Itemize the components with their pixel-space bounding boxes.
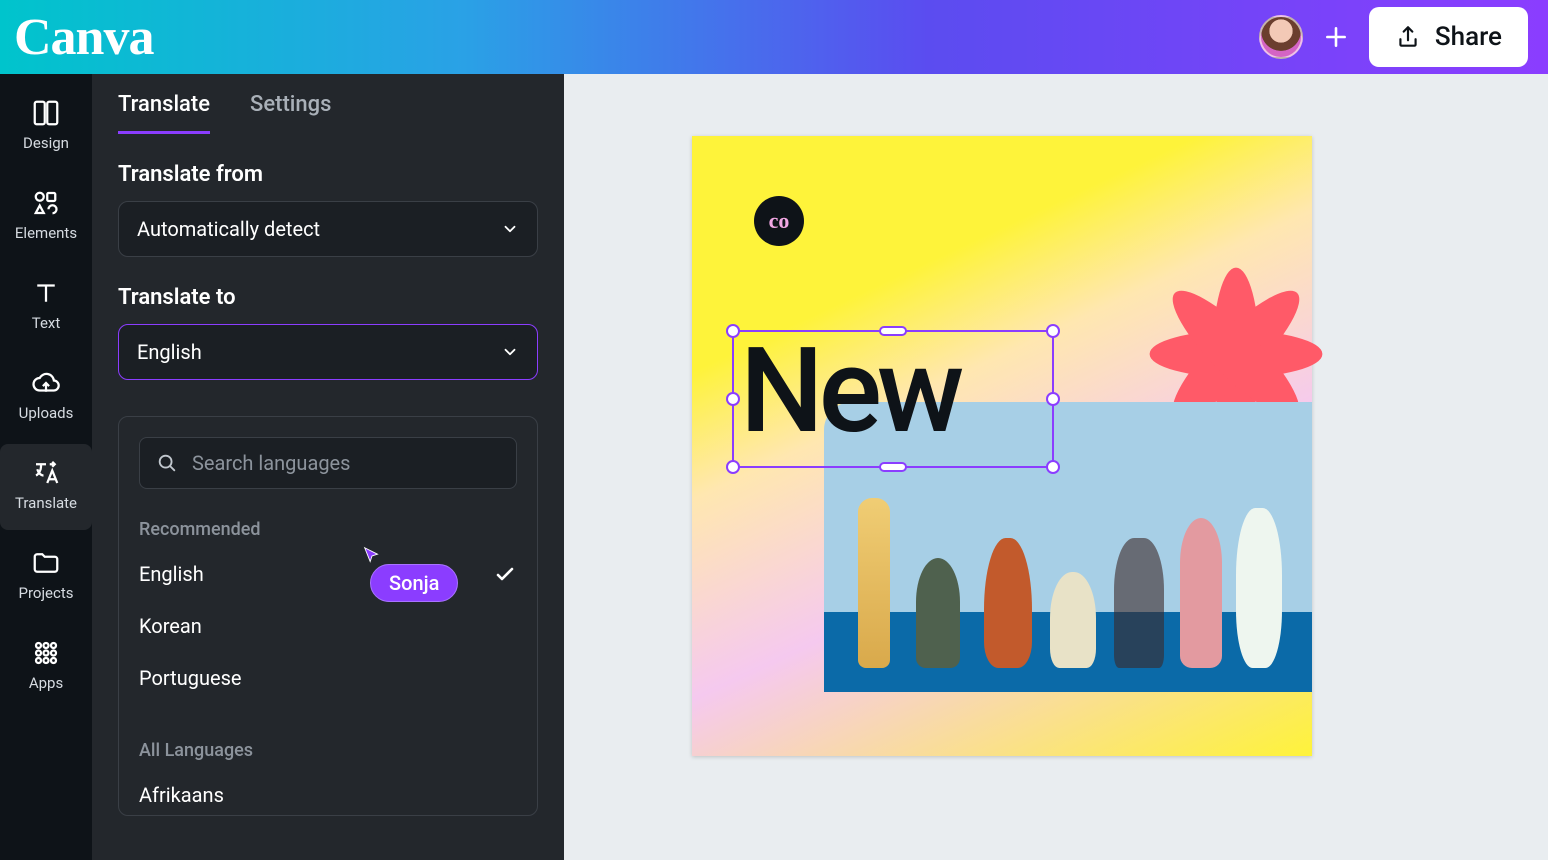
search-icon <box>156 452 178 474</box>
resize-handle-tr[interactable] <box>1046 324 1060 338</box>
user-avatar[interactable] <box>1259 15 1303 59</box>
tab-translate[interactable]: Translate <box>118 92 210 134</box>
lang-label: English <box>139 562 204 586</box>
rail-item-uploads[interactable]: Uploads <box>0 354 92 440</box>
lang-item-korean[interactable]: Korean <box>119 600 537 652</box>
design-text-content[interactable]: New <box>734 332 1052 450</box>
rail-item-text[interactable]: Text <box>0 264 92 350</box>
language-dropdown: Recommended English Korean Portuguese Al… <box>118 416 538 816</box>
rail-label: Projects <box>19 584 74 602</box>
share-button[interactable]: Share <box>1369 7 1528 67</box>
lang-item-afrikaans[interactable]: Afrikaans <box>119 769 537 816</box>
resize-handle-tl[interactable] <box>726 324 740 338</box>
translate-to-value: English <box>137 340 202 364</box>
rail-item-projects[interactable]: Projects <box>0 534 92 620</box>
translate-from-value: Automatically detect <box>137 217 320 241</box>
rail-label: Design <box>23 134 69 152</box>
translate-from-select[interactable]: Automatically detect <box>118 201 538 257</box>
lang-item-portuguese[interactable]: Portuguese <box>119 652 537 704</box>
projects-icon <box>31 548 61 578</box>
check-icon <box>493 562 517 586</box>
resize-handle-bl[interactable] <box>726 460 740 474</box>
plus-icon <box>1323 24 1349 50</box>
translate-icon <box>31 458 61 488</box>
resize-handle-br[interactable] <box>1046 460 1060 474</box>
canvas-area[interactable]: co New <box>564 74 1548 860</box>
text-icon <box>31 278 61 308</box>
uploads-icon <box>31 368 61 398</box>
design-brandmark[interactable]: co <box>754 196 804 246</box>
share-button-label: Share <box>1435 22 1502 52</box>
rail-item-translate[interactable]: Translate <box>0 444 92 530</box>
rail-label: Uploads <box>19 404 74 422</box>
tool-rail: Design Elements Text Uploads Translate P… <box>0 74 92 860</box>
selected-text-element[interactable]: New <box>732 330 1054 468</box>
resize-handle-mb[interactable] <box>879 462 907 472</box>
artboard[interactable]: co New <box>692 136 1312 756</box>
resize-handle-mr[interactable] <box>1046 392 1060 406</box>
rail-item-design[interactable]: Design <box>0 84 92 170</box>
language-search[interactable] <box>139 437 517 489</box>
elements-icon <box>31 188 61 218</box>
canva-logo: Canva <box>14 8 153 67</box>
rail-item-elements[interactable]: Elements <box>0 174 92 260</box>
add-collaborator-button[interactable] <box>1317 18 1355 56</box>
top-bar: Canva Share <box>0 0 1548 74</box>
chevron-down-icon <box>501 343 519 361</box>
share-icon <box>1395 24 1421 50</box>
design-icon <box>31 98 61 128</box>
lang-label: Korean <box>139 614 202 638</box>
group-all: All Languages <box>119 718 537 769</box>
rail-label: Text <box>32 314 61 332</box>
translate-to-select[interactable]: English <box>118 324 538 380</box>
rail-item-apps[interactable]: Apps <box>0 624 92 710</box>
rail-label: Elements <box>15 224 77 242</box>
collaborator-badge: Sonja <box>370 564 458 602</box>
apps-icon <box>31 638 61 668</box>
rail-label: Translate <box>15 494 77 512</box>
language-search-input[interactable] <box>192 451 500 475</box>
lang-item-english[interactable]: English <box>119 548 537 600</box>
chevron-down-icon <box>501 220 519 238</box>
lang-label: Portuguese <box>139 666 242 690</box>
translate-from-label: Translate from <box>118 162 538 187</box>
group-recommended: Recommended <box>119 497 537 548</box>
tab-settings[interactable]: Settings <box>250 92 331 134</box>
lang-label: Afrikaans <box>139 783 224 807</box>
translate-panel: Translate Settings Translate from Automa… <box>92 74 564 860</box>
resize-handle-ml[interactable] <box>726 392 740 406</box>
resize-handle-mt[interactable] <box>879 326 907 336</box>
rail-label: Apps <box>29 674 63 692</box>
translate-to-label: Translate to <box>118 285 538 310</box>
